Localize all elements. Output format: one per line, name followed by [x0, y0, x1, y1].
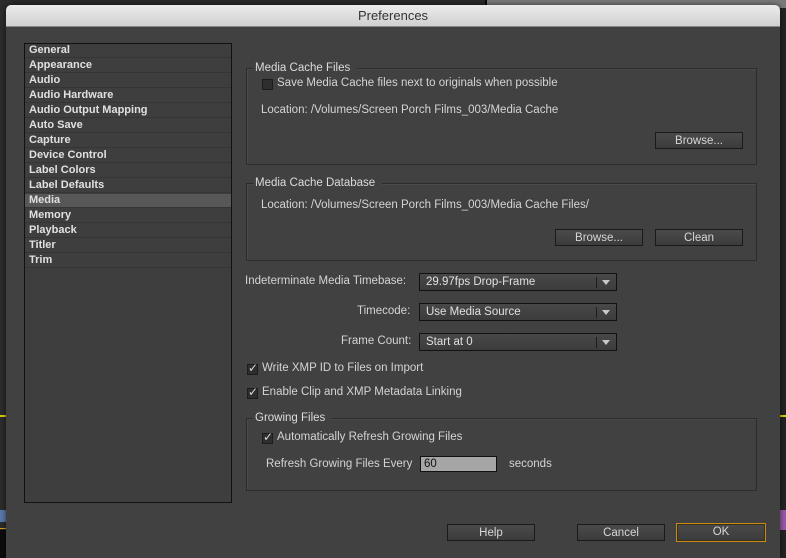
dropdown-separator — [596, 307, 597, 318]
growing-files-legend: Growing Files — [253, 411, 333, 425]
sidebar-item-label-colors[interactable]: Label Colors — [25, 164, 231, 178]
timebase-value: 29.97fps Drop-Frame — [426, 276, 536, 288]
refresh-interval-label: Refresh Growing Files Every — [266, 458, 413, 470]
sidebar-item-playback[interactable]: Playback — [25, 224, 231, 238]
checkmark-icon: ✓ — [248, 385, 259, 399]
dialog-title-bar[interactable]: Preferences — [6, 5, 780, 27]
timecode-dropdown[interactable]: Use Media Source — [419, 303, 617, 321]
sidebar-item-audio-hardware[interactable]: Audio Hardware — [25, 89, 231, 103]
media-cache-browse-button[interactable]: Browse... — [655, 132, 743, 149]
frame-count-dropdown[interactable]: Start at 0 — [419, 333, 617, 351]
media-cache-location: Location: /Volumes/Screen Porch Films_00… — [261, 104, 559, 116]
checkmark-icon: ✓ — [263, 430, 274, 444]
frame-count-value: Start at 0 — [426, 336, 473, 348]
sidebar-item-general[interactable]: General — [25, 44, 231, 58]
media-cache-database-legend: Media Cache Database — [253, 176, 383, 190]
save-cache-next-to-originals-checkbox[interactable] — [262, 79, 273, 90]
sidebar-item-trim[interactable]: Trim — [25, 254, 231, 268]
media-cache-database-group: Media Cache Database Location: /Volumes/… — [246, 176, 757, 261]
chevron-down-icon — [602, 340, 610, 345]
media-cache-files-group: Media Cache Files Save Media Cache files… — [246, 61, 757, 165]
sidebar-item-memory[interactable]: Memory — [25, 209, 231, 223]
save-cache-next-to-originals-label: Save Media Cache files next to originals… — [277, 77, 558, 89]
chevron-down-icon — [602, 280, 610, 285]
timebase-dropdown[interactable]: 29.97fps Drop-Frame — [419, 273, 617, 291]
clean-button[interactable]: Clean — [655, 229, 743, 246]
frame-count-label: Frame Count: — [341, 335, 412, 347]
write-xmp-label: Write XMP ID to Files on Import — [262, 362, 424, 374]
refresh-interval-unit: seconds — [509, 458, 552, 470]
cancel-button[interactable]: Cancel — [577, 524, 665, 541]
preferences-dialog: Preferences General Appearance Audio Aud… — [6, 5, 780, 558]
media-cache-files-legend: Media Cache Files — [253, 61, 358, 75]
dialog-title: Preferences — [357, 8, 429, 23]
sidebar-item-capture[interactable]: Capture — [25, 134, 231, 148]
sidebar-item-titler[interactable]: Titler — [25, 239, 231, 253]
auto-refresh-growing-files-checkbox[interactable]: ✓ — [262, 430, 274, 444]
growing-files-group: Growing Files ✓ Automatically Refresh Gr… — [246, 411, 757, 491]
checkmark-icon: ✓ — [248, 361, 259, 375]
timebase-label: Indeterminate Media Timebase: — [245, 275, 407, 287]
timecode-label: Timecode: — [357, 305, 411, 317]
write-xmp-checkbox[interactable]: ✓ — [247, 361, 259, 375]
sidebar-item-audio[interactable]: Audio — [25, 74, 231, 88]
enable-clip-xmp-label: Enable Clip and XMP Metadata Linking — [262, 386, 462, 398]
chevron-down-icon — [602, 310, 610, 315]
auto-refresh-growing-files-label: Automatically Refresh Growing Files — [277, 431, 463, 443]
sidebar-item-media[interactable]: Media — [25, 194, 231, 208]
sidebar-item-auto-save[interactable]: Auto Save — [25, 119, 231, 133]
timecode-value: Use Media Source — [426, 306, 521, 318]
enable-clip-xmp-checkbox[interactable]: ✓ — [247, 385, 259, 399]
sidebar-item-label-defaults[interactable]: Label Defaults — [25, 179, 231, 193]
media-cache-database-browse-button[interactable]: Browse... — [555, 229, 643, 246]
preferences-category-list[interactable]: General Appearance Audio Audio Hardware … — [24, 43, 232, 503]
media-cache-database-location: Location: /Volumes/Screen Porch Films_00… — [261, 199, 589, 211]
help-button[interactable]: Help — [447, 524, 535, 541]
dropdown-separator — [596, 337, 597, 348]
sidebar-item-device-control[interactable]: Device Control — [25, 149, 231, 163]
sidebar-item-appearance[interactable]: Appearance — [25, 59, 231, 73]
ok-button[interactable]: OK — [676, 523, 766, 542]
refresh-interval-input[interactable]: 60 — [420, 456, 497, 472]
dropdown-separator — [596, 277, 597, 288]
sidebar-item-audio-output-mapping[interactable]: Audio Output Mapping — [25, 104, 231, 118]
